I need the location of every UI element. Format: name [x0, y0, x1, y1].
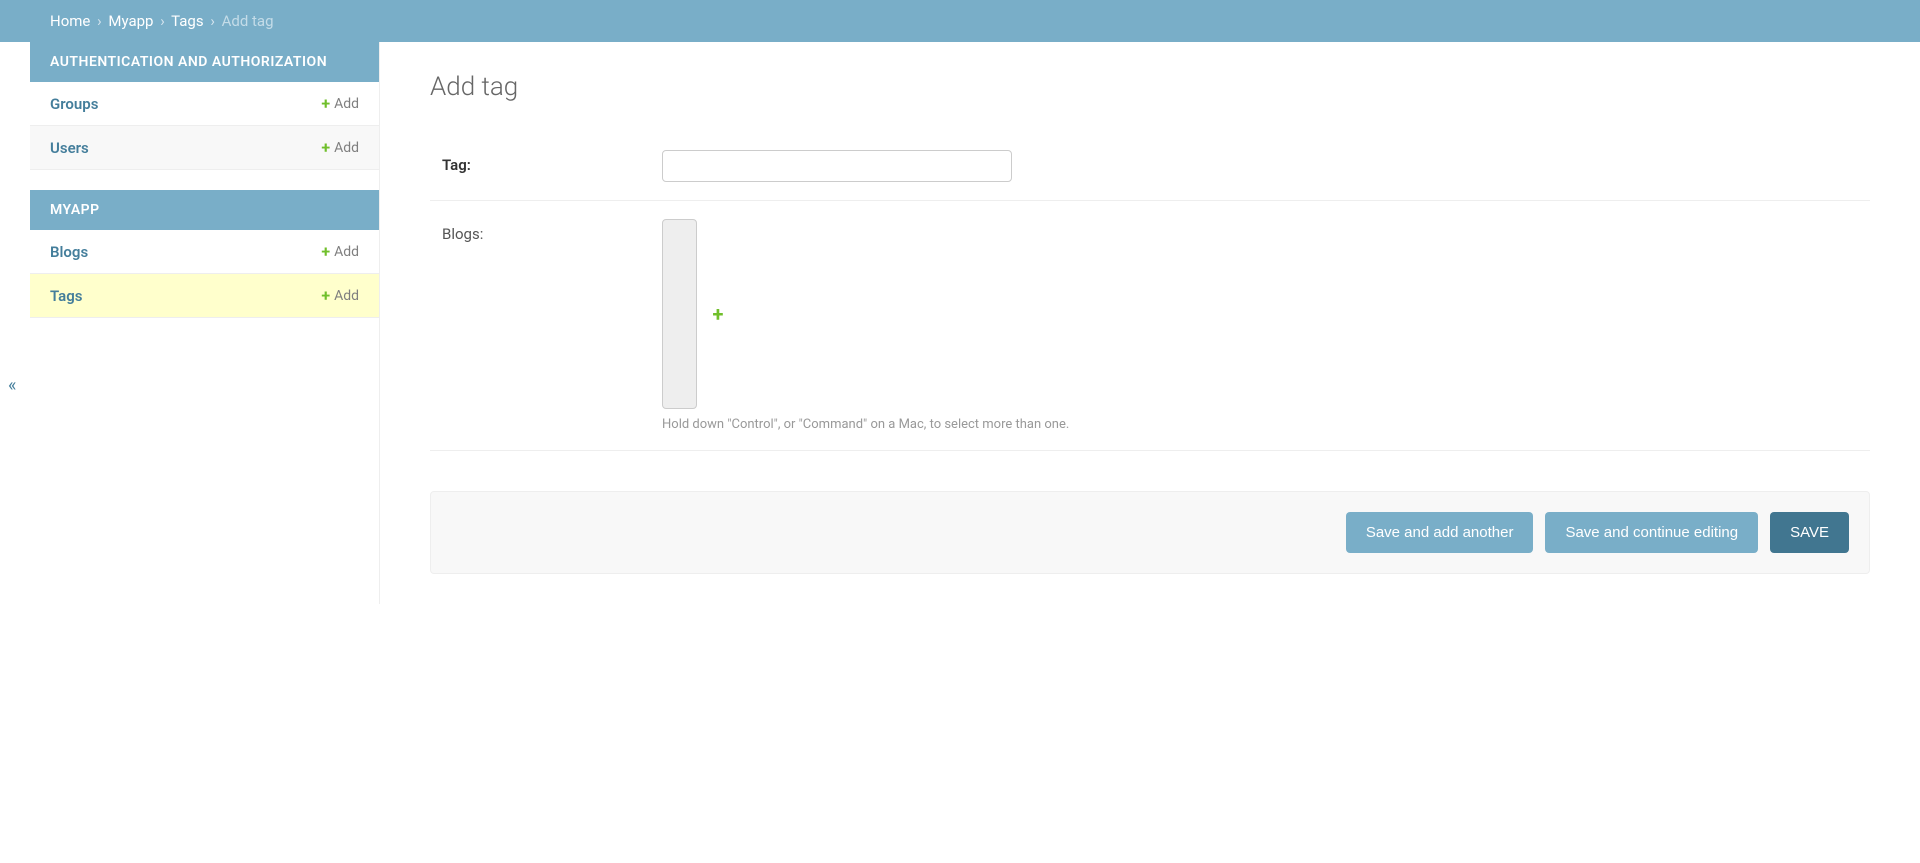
sidebar-item-groups-link[interactable]: Groups: [50, 95, 98, 113]
tag-input[interactable]: [662, 150, 1012, 182]
sidebar-add-label: Add: [334, 244, 359, 260]
sidebar-item-tags-add[interactable]: + Add: [321, 286, 359, 305]
sidebar-item-users-link[interactable]: Users: [50, 139, 89, 157]
sidebar-item-blogs: Blogs + Add: [30, 230, 379, 274]
form-row-blogs: Blogs: + Hold down "Control", or "Comman…: [430, 201, 1870, 451]
sidebar-item-blogs-link[interactable]: Blogs: [50, 243, 88, 261]
save-add-another-button[interactable]: Save and add another: [1346, 512, 1534, 553]
sidebar-module-header-auth-link[interactable]: AUTHENTICATION AND AUTHORIZATION: [50, 54, 327, 70]
blogs-help-text: Hold down "Control", or "Command" on a M…: [662, 417, 1858, 432]
breadcrumb-sep: ›: [160, 12, 165, 30]
sidebar-module-header-auth[interactable]: AUTHENTICATION AND AUTHORIZATION: [30, 42, 379, 82]
breadcrumb-sep: ›: [97, 12, 102, 30]
tag-label: Tag:: [442, 150, 662, 174]
breadcrumb: Home › Myapp › Tags › Add tag: [0, 0, 1920, 42]
breadcrumb-home[interactable]: Home: [50, 12, 90, 30]
submit-row: Save and add another Save and continue e…: [430, 491, 1870, 574]
sidebar-collapse-icon[interactable]: «: [8, 375, 16, 396]
sidebar-item-tags: Tags + Add: [30, 274, 379, 318]
add-related-blog-icon[interactable]: +: [712, 302, 723, 326]
plus-icon: +: [321, 138, 330, 157]
breadcrumb-model[interactable]: Tags: [171, 12, 203, 30]
breadcrumb-app[interactable]: Myapp: [108, 12, 153, 30]
plus-icon: +: [321, 242, 330, 261]
blogs-select[interactable]: [662, 219, 697, 409]
save-button[interactable]: SAVE: [1770, 512, 1849, 553]
plus-icon: +: [321, 286, 330, 305]
sidebar-item-groups: Groups + Add: [30, 82, 379, 126]
sidebar-add-label: Add: [334, 96, 359, 112]
main-content: Add tag Tag: Blogs: + Hold down "Control…: [380, 42, 1920, 604]
add-tag-form: Tag: Blogs: + Hold down "Control", or "C…: [430, 132, 1870, 574]
sidebar-item-users: Users + Add: [30, 126, 379, 170]
sidebar-module-header-myapp-link[interactable]: MYAPP: [50, 202, 100, 218]
sidebar-add-label: Add: [334, 288, 359, 304]
sidebar-module-header-myapp[interactable]: MYAPP: [30, 190, 379, 230]
form-row-tag: Tag:: [430, 132, 1870, 201]
sidebar-item-users-add[interactable]: + Add: [321, 138, 359, 157]
sidebar-item-blogs-add[interactable]: + Add: [321, 242, 359, 261]
sidebar-item-groups-add[interactable]: + Add: [321, 94, 359, 113]
page-title: Add tag: [430, 72, 1870, 102]
breadcrumb-current: Add tag: [222, 12, 274, 30]
blogs-label: Blogs:: [442, 219, 662, 243]
breadcrumb-sep: ›: [210, 12, 215, 30]
sidebar: AUTHENTICATION AND AUTHORIZATION Groups …: [30, 42, 380, 604]
plus-icon: +: [321, 94, 330, 113]
save-continue-button[interactable]: Save and continue editing: [1545, 512, 1758, 553]
sidebar-add-label: Add: [334, 140, 359, 156]
sidebar-module-auth: AUTHENTICATION AND AUTHORIZATION Groups …: [30, 42, 379, 170]
sidebar-module-myapp: MYAPP Blogs + Add Tags + Add: [30, 190, 379, 318]
sidebar-item-tags-link[interactable]: Tags: [50, 287, 83, 305]
